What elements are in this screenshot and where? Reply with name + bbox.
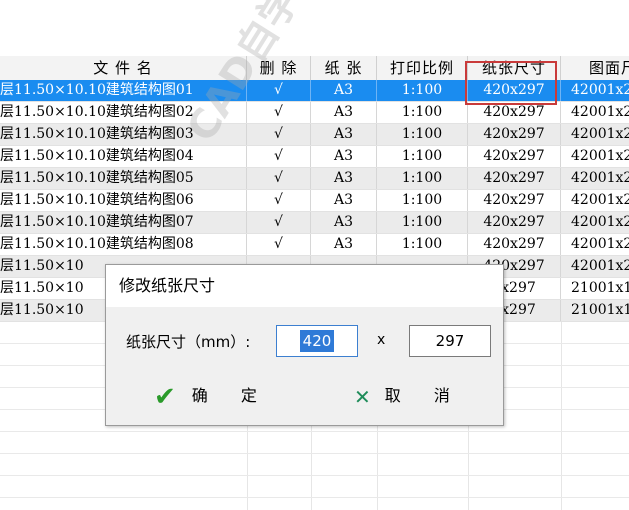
table-row[interactable]: 层11.50×10.10建筑结构图04 √ A3 1:100 420x297 42001x… [0, 146, 629, 168]
cell-filename: 层11.50×10.10建筑结构图08 [0, 234, 247, 255]
dimension-separator: x [377, 332, 386, 348]
header-drawing-size[interactable]: 图面尺 [561, 56, 629, 80]
cell-drawing-size: 42001x2 [561, 146, 629, 167]
cell-delete[interactable]: √ [247, 146, 311, 167]
cell-paper-size[interactable]: 420x297 [468, 168, 561, 189]
cell-print-scale[interactable]: 1:100 [377, 190, 468, 211]
cell-paper[interactable]: A3 [311, 168, 377, 189]
cell-paper-size[interactable]: 420x297 [468, 146, 561, 167]
table-row[interactable]: 层11.50×10.10建筑结构图02 √ A3 1:100 420x297 42001x… [0, 102, 629, 124]
cell-drawing-size: 42001x2 [561, 80, 629, 101]
cell-paper-size[interactable]: 420x297 [468, 124, 561, 145]
cell-print-scale[interactable]: 1:100 [377, 234, 468, 255]
table-row[interactable]: 层11.50×10.10建筑结构图06 √ A3 1:100 420x297 42001x… [0, 190, 629, 212]
cell-delete[interactable]: √ [247, 212, 311, 233]
cell-drawing-size: 21001x1 [561, 278, 629, 299]
empty-row [0, 498, 629, 510]
cell-paper-size[interactable]: 420x297 [468, 212, 561, 233]
cell-delete[interactable]: √ [247, 190, 311, 211]
cell-paper-size[interactable]: 420x297 [468, 234, 561, 255]
cell-filename: 层11.50×10.10建筑结构图06 [0, 190, 247, 211]
cell-filename: 层11.50×10.10建筑结构图01 [0, 80, 247, 101]
cell-drawing-size: 42001x2 [561, 124, 629, 145]
cell-filename: 层11.50×10.10建筑结构图05 [0, 168, 247, 189]
cell-paper[interactable]: A3 [311, 102, 377, 123]
cell-paper[interactable]: A3 [311, 146, 377, 167]
header-paper[interactable]: 纸 张 [311, 56, 377, 80]
cell-drawing-size: 42001x2 [561, 102, 629, 123]
cell-paper[interactable]: A3 [311, 234, 377, 255]
cell-drawing-size: 42001x2 [561, 190, 629, 211]
cell-paper-size[interactable]: 420x297 [468, 190, 561, 211]
table-row[interactable]: 层11.50×10.10建筑结构图08 √ A3 1:100 420x297 42001x… [0, 234, 629, 256]
cell-delete[interactable]: √ [247, 124, 311, 145]
empty-row [0, 476, 629, 498]
cell-filename: 层11.50×10.10建筑结构图03 [0, 124, 247, 145]
cell-paper-size[interactable]: 420x297 [468, 80, 561, 101]
modify-paper-size-dialog: 修改纸张尺寸 纸张尺寸（mm）: 420 x 297 ✔ 确 定 ✕ 取 消 [105, 264, 504, 426]
ok-button[interactable]: ✔ 确 定 [154, 378, 271, 414]
ok-button-label: 确 定 [191, 386, 271, 405]
table-row[interactable]: 层11.50×10.10建筑结构图07 √ A3 1:100 420x297 42001x… [0, 212, 629, 234]
cell-paper[interactable]: A3 [311, 80, 377, 101]
cell-delete[interactable]: √ [247, 234, 311, 255]
cell-print-scale[interactable]: 1:100 [377, 168, 468, 189]
cell-drawing-size: 21001x1 [561, 300, 629, 321]
cell-paper[interactable]: A3 [311, 190, 377, 211]
table-row[interactable]: 层11.50×10.10建筑结构图05 √ A3 1:100 420x297 42001x… [0, 168, 629, 190]
cell-paper[interactable]: A3 [311, 212, 377, 233]
cell-paper-size[interactable]: 420x297 [468, 102, 561, 123]
cell-delete[interactable]: √ [247, 168, 311, 189]
close-icon: ✕ [354, 384, 371, 409]
cell-filename: 层11.50×10.10建筑结构图04 [0, 146, 247, 167]
paper-size-label: 纸张尺寸（mm）: [126, 333, 251, 351]
cancel-button-label: 取 消 [384, 386, 464, 405]
cell-filename: 层11.50×10.10建筑结构图07 [0, 212, 247, 233]
cell-print-scale[interactable]: 1:100 [377, 124, 468, 145]
table-header: 文 件 名 删 除 纸 张 打印比例 纸张尺寸 图面尺 [0, 56, 629, 81]
header-delete[interactable]: 删 除 [247, 56, 311, 80]
cell-filename: 层11.50×10.10建筑结构图02 [0, 102, 247, 123]
dialog-title: 修改纸张尺寸 [106, 265, 503, 307]
cell-drawing-size: 42001x2 [561, 212, 629, 233]
cell-print-scale[interactable]: 1:100 [377, 80, 468, 101]
cancel-button[interactable]: ✕ 取 消 [354, 378, 464, 414]
paper-height-input[interactable]: 297 [409, 325, 491, 357]
cell-print-scale[interactable]: 1:100 [377, 102, 468, 123]
check-icon: ✔ [154, 381, 176, 412]
cell-drawing-size: 42001x2 [561, 256, 629, 277]
table-row[interactable]: 层11.50×10.10建筑结构图01 √ A3 1:100 420x297 42001x… [0, 80, 629, 102]
header-print-scale[interactable]: 打印比例 [377, 56, 468, 80]
cell-drawing-size: 42001x2 [561, 234, 629, 255]
cell-delete[interactable]: √ [247, 102, 311, 123]
paper-width-value: 420 [299, 330, 335, 352]
cell-paper[interactable]: A3 [311, 124, 377, 145]
cell-print-scale[interactable]: 1:100 [377, 146, 468, 167]
empty-row [0, 432, 629, 454]
paper-width-input[interactable]: 420 [276, 325, 358, 357]
cell-drawing-size: 42001x2 [561, 168, 629, 189]
empty-row [0, 454, 629, 476]
cell-print-scale[interactable]: 1:100 [377, 212, 468, 233]
cell-delete[interactable]: √ [247, 80, 311, 101]
header-filename[interactable]: 文 件 名 [0, 56, 247, 80]
table-row[interactable]: 层11.50×10.10建筑结构图03 √ A3 1:100 420x297 42001x… [0, 124, 629, 146]
header-paper-size[interactable]: 纸张尺寸 [468, 56, 561, 80]
